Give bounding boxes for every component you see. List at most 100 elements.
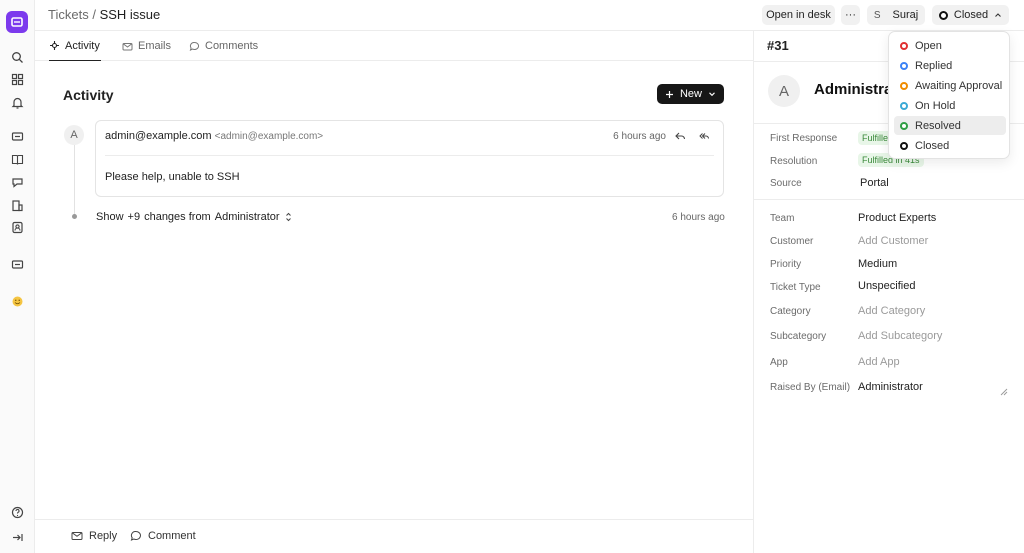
ticket-type-field[interactable]: Unspecified xyxy=(858,280,915,292)
status-dropdown-menu: Open Replied Awaiting Approval On Hold R… xyxy=(888,31,1010,159)
comment-button[interactable]: Comment xyxy=(130,530,196,542)
status-option-closed[interactable]: Closed xyxy=(894,136,1006,155)
compose-bar: Reply Comment xyxy=(35,519,753,553)
timeline-dot xyxy=(72,214,77,219)
breadcrumb-tickets[interactable]: Tickets xyxy=(48,7,89,22)
assignee-initial: S xyxy=(873,9,881,21)
bell-icon[interactable] xyxy=(9,94,25,110)
field-label-team: Team xyxy=(770,213,795,224)
reply-button[interactable]: Reply xyxy=(71,530,117,542)
open-in-desk-button[interactable]: Open in desk xyxy=(762,5,835,25)
email-sender-name: admin@example.com xyxy=(105,130,212,142)
priority-field[interactable]: Medium xyxy=(858,258,897,270)
activity-heading: Activity xyxy=(63,87,114,103)
tab-emails[interactable]: Emails xyxy=(122,31,171,61)
breadcrumb-separator: / xyxy=(92,7,96,22)
changes-text: changes from xyxy=(144,211,211,223)
comment-icon xyxy=(130,530,141,541)
source-value: Portal xyxy=(860,177,889,189)
subcategory-field[interactable]: Add Subcategory xyxy=(858,330,942,342)
status-on-hold-icon xyxy=(900,101,908,110)
email-timestamp: 6 hours ago xyxy=(613,131,666,142)
field-label-category: Category xyxy=(770,306,811,317)
organizations-icon[interactable] xyxy=(9,197,25,213)
chevron-down-icon xyxy=(709,92,715,97)
show-changes-toggle[interactable]: Show +9 changes from Administrator xyxy=(96,211,293,223)
new-button[interactable]: New xyxy=(657,84,724,104)
field-label-raised-by: Raised By (Email) xyxy=(770,382,851,393)
ticket-id: #31 xyxy=(767,38,789,53)
mail-icon xyxy=(122,42,133,50)
status-open-icon xyxy=(900,41,908,50)
help-icon[interactable] xyxy=(9,504,25,520)
status-awaiting-icon xyxy=(900,81,908,90)
reply-all-icon[interactable] xyxy=(698,130,710,142)
field-label-app: App xyxy=(770,357,788,368)
contacts-icon[interactable] xyxy=(9,219,25,235)
search-icon[interactable] xyxy=(9,49,25,65)
comment-icon xyxy=(189,41,200,51)
knowledge-base-icon[interactable] xyxy=(9,151,25,167)
changes-timestamp: 6 hours ago xyxy=(672,212,725,223)
resize-handle-icon[interactable] xyxy=(1000,388,1008,396)
tab-emails-label: Emails xyxy=(138,40,172,52)
first-response-label: First Response xyxy=(770,133,838,144)
tab-comments-label: Comments xyxy=(205,40,259,52)
show-changes-prefix: Show xyxy=(96,211,124,223)
field-label-ticket-type: Ticket Type xyxy=(770,282,821,293)
contact-avatar: A xyxy=(768,75,800,107)
field-label-priority: Priority xyxy=(770,259,802,270)
activity-panel: Activity New A admin@example.com <admin@… xyxy=(35,61,753,519)
status-option-label: Replied xyxy=(915,59,953,72)
app-logo[interactable] xyxy=(6,11,28,33)
email-divider xyxy=(105,155,714,156)
status-dropdown-button[interactable]: Closed xyxy=(932,5,1009,25)
breadcrumb: Tickets / SSH issue xyxy=(48,7,160,22)
app-field[interactable]: Add App xyxy=(858,356,900,368)
expand-icon xyxy=(285,212,291,222)
status-option-awaiting-approval[interactable]: Awaiting Approval xyxy=(894,76,1006,95)
category-field[interactable]: Add Category xyxy=(858,305,925,317)
status-option-label: Awaiting Approval xyxy=(915,79,1003,92)
collapse-sidebar-icon[interactable] xyxy=(9,529,25,545)
tab-activity-label: Activity xyxy=(65,39,100,52)
left-rail xyxy=(0,0,35,553)
status-option-resolved[interactable]: Resolved xyxy=(894,116,1006,135)
status-option-open[interactable]: Open xyxy=(894,36,1006,55)
field-label-customer: Customer xyxy=(770,236,814,247)
source-label: Source xyxy=(770,178,802,189)
email-body: Please help, unable to SSH xyxy=(105,171,240,183)
top-bar: Tickets / SSH issue Open in desk ··· S S… xyxy=(35,0,1024,31)
assignee-button[interactable]: S Suraj xyxy=(867,5,925,25)
status-option-label: Open xyxy=(915,39,942,52)
tab-activity[interactable]: Activity xyxy=(49,31,101,61)
raised-by-field[interactable]: Administrator xyxy=(858,381,923,393)
status-option-replied[interactable]: Replied xyxy=(894,56,1006,75)
divider xyxy=(754,199,1024,200)
plus-icon xyxy=(665,90,673,98)
status-option-label: Resolved xyxy=(915,119,961,132)
more-options-button[interactable]: ··· xyxy=(841,5,860,25)
email-sender-address: <admin@example.com> xyxy=(214,131,324,142)
ticket-logo-icon xyxy=(11,17,23,27)
tickets-icon[interactable] xyxy=(9,128,25,144)
status-label: Closed xyxy=(953,9,989,21)
emoji-icon[interactable] xyxy=(9,293,25,309)
status-option-label: Closed xyxy=(915,139,950,152)
mail-icon xyxy=(71,532,83,540)
breadcrumb-current: SSH issue xyxy=(99,7,161,22)
tab-comments[interactable]: Comments xyxy=(189,31,258,61)
canned-responses-icon[interactable] xyxy=(9,174,25,190)
assignee-name: Suraj xyxy=(892,9,919,21)
team-field[interactable]: Product Experts xyxy=(858,212,936,224)
chevron-up-icon xyxy=(995,13,1002,17)
tab-bar: Activity Emails Comments xyxy=(35,31,753,61)
timeline-line xyxy=(74,145,75,215)
customer-field[interactable]: Add Customer xyxy=(858,235,928,247)
resolution-label: Resolution xyxy=(770,156,818,167)
agent-portal-icon[interactable] xyxy=(9,256,25,272)
status-resolved-icon xyxy=(900,121,908,130)
status-option-on-hold[interactable]: On Hold xyxy=(894,96,1006,115)
reply-icon[interactable] xyxy=(674,130,686,142)
dashboard-icon[interactable] xyxy=(9,71,25,87)
